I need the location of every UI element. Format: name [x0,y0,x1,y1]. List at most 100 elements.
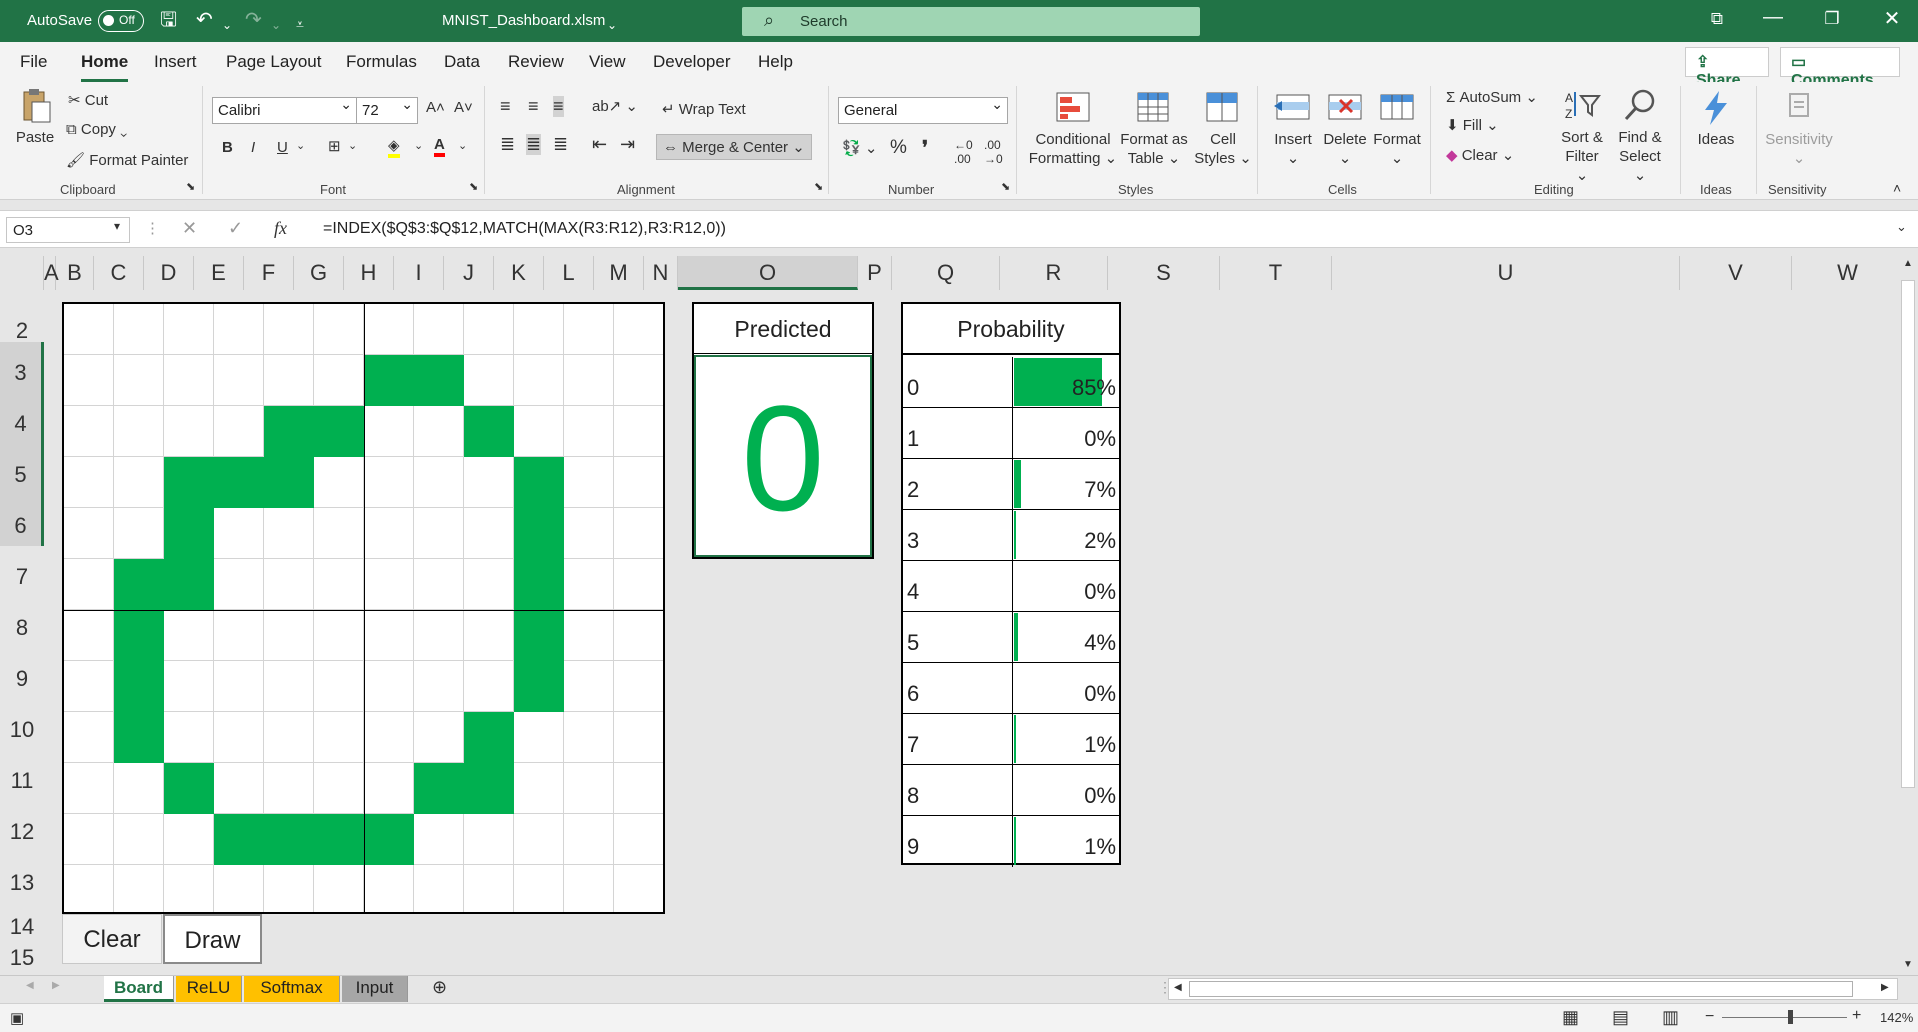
sheet-tab-relu[interactable]: ReLU [176,976,242,1002]
column-header-p[interactable]: P [858,256,892,290]
paste-button[interactable]: Paste [14,88,56,147]
macro-record-icon[interactable]: ▣ [10,1009,24,1027]
horizontal-scroll-thumb[interactable] [1189,981,1853,997]
row-header-14[interactable]: 14 [0,900,44,944]
bottom-align-icon[interactable]: ≡ [553,96,564,117]
board-cell[interactable] [464,406,514,457]
row-header-12[interactable]: 12 [0,801,44,852]
board-cell[interactable] [564,814,614,865]
board-cell[interactable] [314,712,364,763]
column-header-j[interactable]: J [444,256,494,290]
tab-view[interactable]: View [589,52,626,72]
board-cell[interactable] [614,406,663,457]
board-cell[interactable] [414,763,464,814]
board-cell[interactable] [114,355,164,406]
board-cell[interactable] [614,712,663,763]
wrap-text-button[interactable]: ↵ Wrap Text [662,100,746,118]
board-cell[interactable] [164,457,214,508]
board-cell[interactable] [414,865,464,912]
probability-row[interactable]: 8 0% [903,765,1119,816]
board-cell[interactable] [364,763,414,814]
percent-button[interactable]: % [890,137,907,159]
font-color-icon[interactable]: A [434,136,445,157]
board-cell[interactable] [364,610,414,661]
board-cell[interactable] [364,661,414,712]
board-cell[interactable] [114,763,164,814]
tab-data[interactable]: Data [444,52,480,72]
cell-styles-button[interactable]: Cell Styles ⌄ [1192,90,1254,168]
column-header-r[interactable]: R [1000,256,1108,290]
board-cell[interactable] [414,610,464,661]
alignment-launcher-icon[interactable]: ⬊ [814,180,823,193]
horizontal-scrollbar[interactable]: ◀ ▶ [1168,978,1898,1000]
board-cell[interactable] [364,304,414,355]
board-cell[interactable] [514,355,564,406]
board-cell[interactable] [464,865,514,912]
column-header-e[interactable]: E [194,256,244,290]
board-cell[interactable] [214,610,264,661]
board-cell[interactable] [64,406,114,457]
tab-help[interactable]: Help [758,52,793,72]
board-cell[interactable] [114,508,164,559]
underline-dropdown-icon[interactable]: ⌄ [296,139,305,152]
column-header-l[interactable]: L [544,256,594,290]
board-cell[interactable] [64,865,114,912]
board-cell[interactable] [614,814,663,865]
board-cell[interactable] [114,406,164,457]
sheet-tab-board[interactable]: Board [104,976,174,1002]
column-header-d[interactable]: D [144,256,194,290]
board-cell[interactable] [264,814,314,865]
normal-view-icon[interactable]: ▦ [1562,1007,1579,1028]
ribbon-display-icon[interactable]: ⧉ [1702,9,1732,29]
tab-home[interactable]: Home [81,52,129,82]
board-cell[interactable] [414,559,464,610]
board-cell[interactable] [314,508,364,559]
probability-row[interactable]: 7 1% [903,714,1119,765]
board-cell[interactable] [414,304,464,355]
board-cell[interactable] [214,661,264,712]
tab-file[interactable]: File [20,52,47,72]
customize-toolbar-icon[interactable]: ⩡ [296,12,304,36]
board-cell[interactable] [514,763,564,814]
board-cell[interactable] [564,712,614,763]
board-cell[interactable] [614,559,663,610]
board-cell[interactable] [164,814,214,865]
board-cell[interactable] [64,661,114,712]
board-cell[interactable] [514,406,564,457]
probability-row[interactable]: 9 1% [903,816,1119,867]
board-cell[interactable] [64,457,114,508]
row-header-11[interactable]: 11 [0,750,44,801]
tab-developer[interactable]: Developer [653,52,731,72]
name-box-dropdown-icon[interactable]: ▾ [114,219,120,233]
board-cell[interactable] [64,355,114,406]
board-cell[interactable] [414,814,464,865]
align-center-icon[interactable]: ≣ [526,134,542,155]
board-cell[interactable] [264,712,314,763]
board-cell[interactable] [464,304,514,355]
clipboard-launcher-icon[interactable]: ⬊ [186,180,195,193]
board-cell[interactable] [614,661,663,712]
column-header-f[interactable]: F [244,256,294,290]
board-cell[interactable] [464,610,514,661]
italic-button[interactable]: I [251,139,255,156]
board-cell[interactable] [64,508,114,559]
column-header-n[interactable]: N [644,256,678,290]
board-cell[interactable] [164,304,214,355]
conditional-formatting-button[interactable]: Conditional Formatting ⌄ [1028,90,1118,168]
tab-page-layout[interactable]: Page Layout [226,52,321,72]
board-cell[interactable] [564,304,614,355]
accounting-format-icon[interactable]: 💱 ⌄ [842,139,877,157]
row-header-5[interactable]: 5 [0,444,44,495]
predicted-value[interactable]: 0 [694,355,872,557]
sort-filter-button[interactable]: AZ Sort & Filter ⌄ [1558,88,1606,185]
comments-button[interactable]: ▭ Comments [1780,47,1900,89]
draw-button[interactable]: Draw [163,914,262,964]
column-header-i[interactable]: I [394,256,444,290]
scroll-left-icon[interactable]: ◀ [1174,982,1182,993]
row-header-3[interactable]: 3 [0,342,44,393]
decrease-decimal-icon[interactable]: .00 →0 [984,138,1003,166]
probability-row[interactable]: 1 0% [903,408,1119,459]
board-cell[interactable] [514,661,564,712]
board-cell[interactable] [414,508,464,559]
filename-dropdown-icon[interactable]: ⌄ [607,13,617,37]
